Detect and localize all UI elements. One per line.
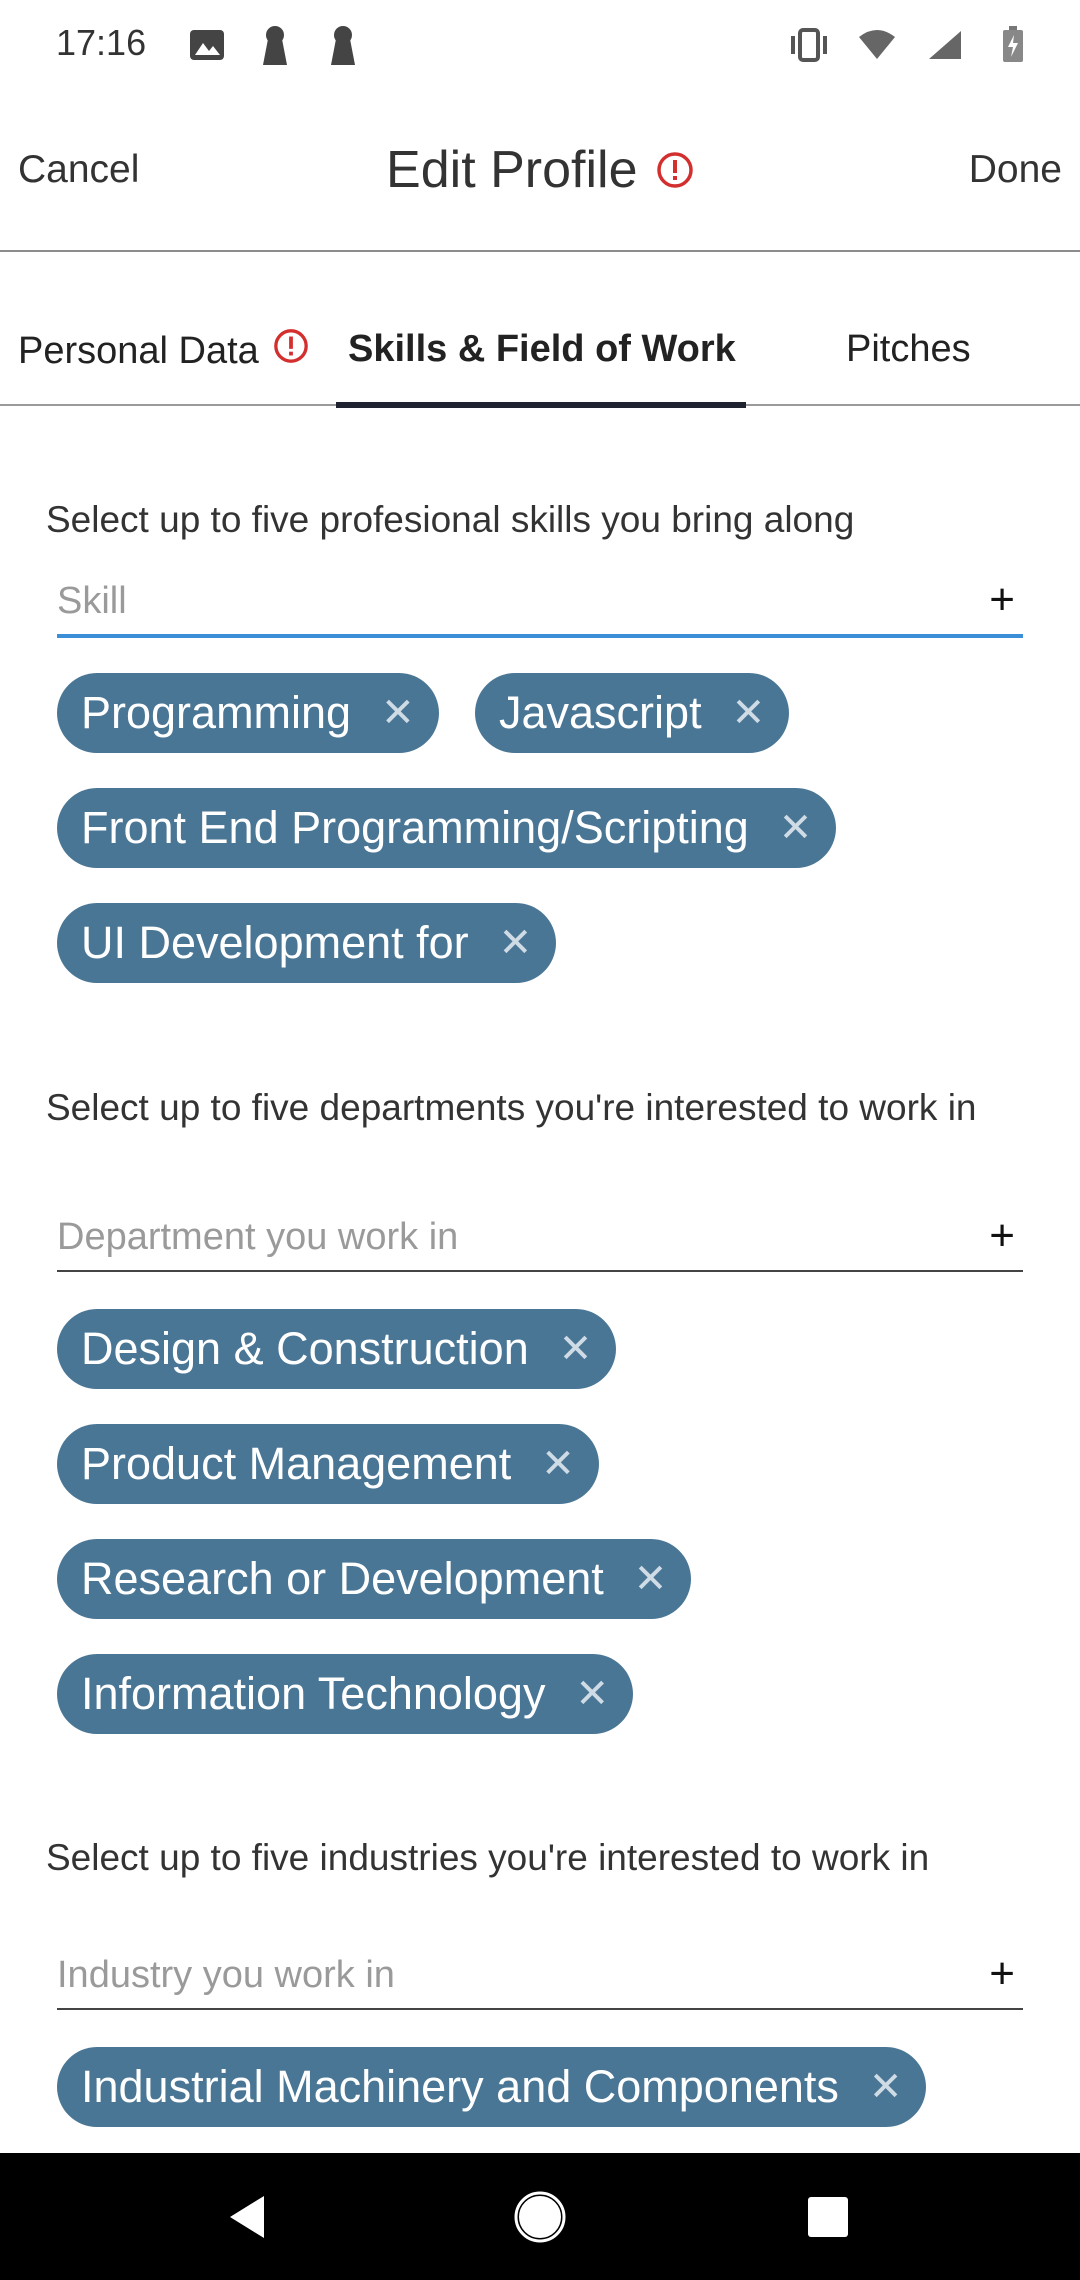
system-navigation-bar <box>0 2153 1080 2280</box>
selected-tab-indicator <box>336 402 746 408</box>
recents-icon[interactable] <box>798 2187 858 2247</box>
alert-icon <box>656 151 694 189</box>
close-icon[interactable]: ✕ <box>541 1441 575 1487</box>
tab-label: Personal Data <box>18 329 259 372</box>
skill-chip: UI Development for ✕ <box>57 903 557 983</box>
profile-tabs: Personal Data Skills & Field of Work Pit… <box>0 320 1080 408</box>
industries-section-label: Select up to five industries you're inte… <box>46 1837 930 1878</box>
skill-chip: Javascript ✕ <box>475 673 790 753</box>
close-icon[interactable]: ✕ <box>575 1671 609 1717</box>
close-icon[interactable]: ✕ <box>634 1556 668 1602</box>
chip-label: Programming <box>81 687 352 738</box>
close-icon[interactable]: ✕ <box>381 690 415 736</box>
tab-skills-field-of-work[interactable]: Skills & Field of Work <box>348 328 736 371</box>
department-chip: Information Technology ✕ <box>57 1654 633 1734</box>
status-time: 17:16 <box>56 22 147 63</box>
chip-label: Design & Construction <box>81 1323 529 1374</box>
page-title: Edit Profile <box>386 141 638 199</box>
wifi-icon <box>854 24 900 66</box>
close-icon[interactable]: ✕ <box>499 920 533 966</box>
chip-label: Product Management <box>81 1438 512 1489</box>
add-department-button[interactable]: + <box>989 1214 1015 1258</box>
industry-chip: Industrial Machinery and Components ✕ <box>57 2047 927 2127</box>
department-chip: Design & Construction ✕ <box>57 1309 617 1389</box>
skill-chip: Front End Programming/Scripting ✕ <box>57 788 837 868</box>
back-icon[interactable] <box>218 2187 278 2247</box>
close-icon[interactable]: ✕ <box>869 2064 903 2110</box>
alert-icon <box>273 328 309 374</box>
skill-input[interactable]: Skill + <box>57 574 1023 638</box>
add-skill-button[interactable]: + <box>989 578 1015 622</box>
industry-input-placeholder: Industry you work in <box>57 1954 395 1996</box>
skills-section-label: Select up to five profesional skills you… <box>46 499 855 540</box>
chip-label: Research or Development <box>81 1553 604 1604</box>
tab-pitches[interactable]: Pitches <box>846 328 971 371</box>
department-input-placeholder: Department you work in <box>57 1216 459 1258</box>
top-app-bar: Cancel Edit Profile Done <box>0 112 1080 252</box>
status-bar: 17:16 <box>0 0 1080 90</box>
industry-input[interactable]: Industry you work in + <box>57 1948 1023 2010</box>
department-input[interactable]: Department you work in + <box>57 1210 1023 1272</box>
home-icon[interactable] <box>510 2187 570 2247</box>
done-button[interactable]: Done <box>969 148 1062 192</box>
tab-personal-data[interactable]: Personal Data <box>18 328 309 374</box>
signal-icon <box>922 24 968 66</box>
skill-chip: Programming ✕ <box>57 673 439 753</box>
close-icon[interactable]: ✕ <box>559 1326 593 1372</box>
close-icon[interactable]: ✕ <box>779 805 813 851</box>
vibrate-icon <box>786 24 832 66</box>
chip-label: Information Technology <box>81 1668 546 1719</box>
chip-label: Industrial Machinery and Components <box>81 2061 839 2112</box>
chip-label: Front End Programming/Scripting <box>81 802 749 853</box>
department-chip: Research or Development ✕ <box>57 1539 692 1619</box>
department-chip: Product Management ✕ <box>57 1424 599 1504</box>
chip-label: UI Development for <box>81 917 469 968</box>
battery-icon <box>990 24 1036 66</box>
skill-input-placeholder: Skill <box>57 580 127 622</box>
keyhole-icon <box>252 24 298 66</box>
chip-label: Javascript <box>499 687 702 738</box>
keyhole-icon <box>320 24 366 66</box>
close-icon[interactable]: ✕ <box>732 690 766 736</box>
image-icon <box>184 24 230 66</box>
departments-section-label: Select up to five departments you're int… <box>46 1087 977 1128</box>
add-industry-button[interactable]: + <box>989 1952 1015 1996</box>
